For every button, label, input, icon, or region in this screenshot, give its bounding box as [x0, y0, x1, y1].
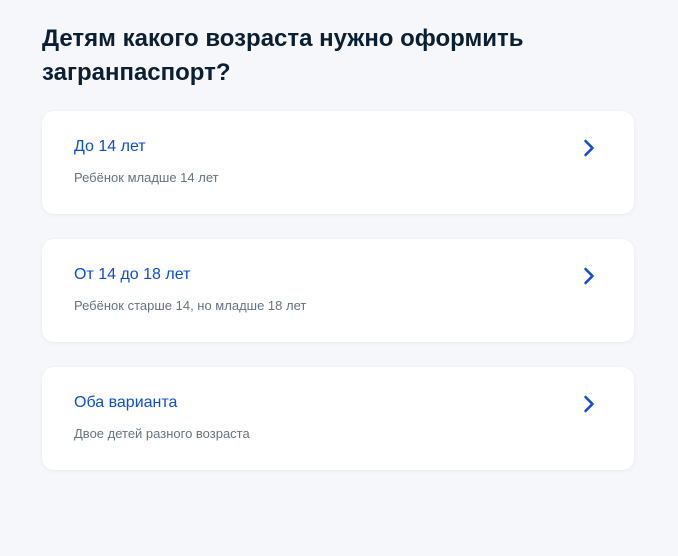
option-description: Ребёнок старше 14, но младше 18 лет [74, 298, 307, 313]
chevron-right-icon [582, 139, 596, 157]
page-title: Детям какого возраста нужно оформить заг… [42, 25, 524, 86]
option-description: Двое детей разного возраста [74, 426, 250, 441]
chevron-right-icon [582, 267, 596, 285]
option-title: Оба варианта [74, 394, 178, 411]
option-both[interactable]: Оба варианта Двое детей разного возраста [42, 367, 634, 470]
option-title: До 14 лет [74, 138, 146, 155]
chevron-right-icon [582, 395, 596, 413]
option-under-14[interactable]: До 14 лет Ребёнок младше 14 лет [42, 111, 634, 214]
option-description: Ребёнок младше 14 лет [74, 170, 219, 185]
age-options-list: До 14 лет Ребёнок младше 14 лет От 14 до… [42, 111, 634, 495]
option-title: От 14 до 18 лет [74, 266, 191, 283]
option-14-to-18[interactable]: От 14 до 18 лет Ребёнок старше 14, но мл… [42, 239, 634, 342]
